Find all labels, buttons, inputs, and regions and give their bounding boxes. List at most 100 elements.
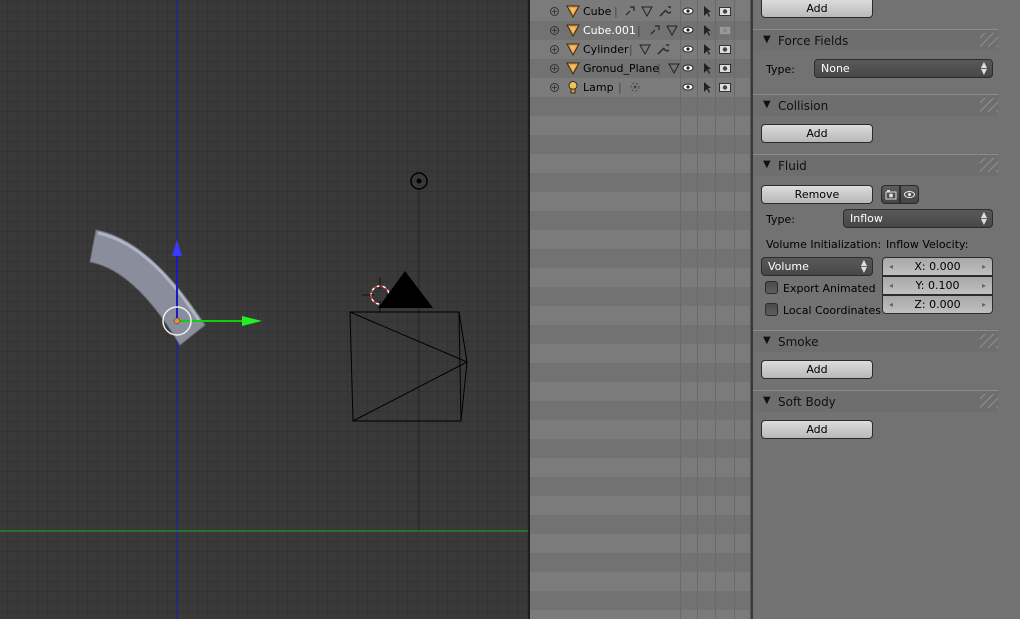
viewport-scene <box>0 0 528 619</box>
modifier-wrench-icon[interactable] <box>655 42 671 56</box>
mesh-triangle-icon <box>566 61 580 76</box>
visibility-eye-icon[interactable] <box>681 80 695 94</box>
expand-toggle-icon[interactable]: + <box>550 26 559 35</box>
camera-icon <box>885 190 897 200</box>
modifier-wrench-icon[interactable] <box>657 4 673 18</box>
drag-grip-icon[interactable] <box>980 334 998 348</box>
row-separator: | <box>629 43 633 56</box>
mesh-data-icon[interactable] <box>667 61 681 75</box>
velocity-x-field[interactable]: ◂ X: 0.000 ▸ <box>882 257 993 276</box>
panel-header-soft-body[interactable]: ▼ Soft Body <box>753 390 998 412</box>
eye-icon <box>904 191 915 198</box>
render-camera-icon[interactable] <box>718 23 732 37</box>
visibility-eye-icon[interactable] <box>681 23 695 37</box>
outliner-object-name[interactable]: Cylinder <box>583 43 629 56</box>
visibility-eye-icon[interactable] <box>681 42 695 56</box>
decrement-arrow-icon[interactable]: ◂ <box>889 258 893 275</box>
export-animated-label: Export Animated <box>783 282 876 295</box>
outliner-object-name[interactable]: Cube.001 <box>583 24 636 37</box>
soft-body-add-button[interactable]: Add <box>761 420 873 439</box>
decrement-arrow-icon[interactable]: ◂ <box>889 277 893 294</box>
row-separator: | <box>618 81 622 94</box>
outliner-row[interactable]: + Cube.001 | <box>530 21 750 40</box>
outliner-row[interactable]: + Cylinder | <box>530 40 750 59</box>
expand-toggle-icon[interactable]: + <box>550 7 559 16</box>
dropdown-arrows-icon: ▲ ▼ <box>980 60 987 76</box>
3d-viewport[interactable] <box>0 0 528 619</box>
add-button-top[interactable]: Add <box>761 0 873 18</box>
lamp-data-icon[interactable] <box>628 80 642 94</box>
mesh-data-icon[interactable] <box>665 23 679 37</box>
render-toggle-button[interactable] <box>881 185 900 204</box>
collapse-triangle-icon[interactable]: ▼ <box>763 99 771 110</box>
velocity-y-value: Y: 0.100 <box>915 279 960 292</box>
increment-arrow-icon[interactable]: ▸ <box>982 296 986 313</box>
properties-editor[interactable]: Add ▼ Force Fields Type: None ▲ ▼ ▼ Colli… <box>753 0 1020 619</box>
velocity-y-field[interactable]: ◂ Y: 0.100 ▸ <box>882 276 993 295</box>
row-separator: | <box>614 5 618 18</box>
volume-init-dropdown[interactable]: Volume ▲ ▼ <box>761 257 873 276</box>
render-camera-icon[interactable] <box>718 61 732 75</box>
local-coordinates-checkbox[interactable] <box>765 303 778 316</box>
fluid-type-label: Type: <box>766 213 795 226</box>
decrement-arrow-icon[interactable]: ◂ <box>889 296 893 313</box>
velocity-z-field[interactable]: ◂ Z: 0.000 ▸ <box>882 295 993 314</box>
outliner-object-name[interactable]: Gronud_Plane <box>583 62 659 75</box>
panel-header-collision[interactable]: ▼ Collision <box>753 94 998 116</box>
increment-arrow-icon[interactable]: ▸ <box>982 258 986 275</box>
select-arrow-icon[interactable] <box>700 61 714 75</box>
render-camera-icon[interactable] <box>718 42 732 56</box>
drag-grip-icon[interactable] <box>980 394 998 408</box>
expand-toggle-icon[interactable]: + <box>550 83 559 92</box>
outliner-object-name[interactable]: Lamp <box>583 81 614 94</box>
volume-init-value: Volume <box>768 260 809 273</box>
collapse-triangle-icon[interactable]: ▼ <box>763 395 771 406</box>
mesh-data-icon[interactable] <box>640 4 654 18</box>
collapse-triangle-icon[interactable]: ▼ <box>763 159 771 170</box>
cylinder-object[interactable] <box>89 229 206 346</box>
select-arrow-icon[interactable] <box>700 4 714 18</box>
outliner-row[interactable]: + Gronud_Plane | <box>530 59 750 78</box>
mesh-data-icon[interactable] <box>638 42 652 56</box>
panel-title: Force Fields <box>778 34 849 48</box>
panel-header-fluid[interactable]: ▼ Fluid <box>753 154 998 176</box>
mesh-triangle-icon <box>566 23 580 38</box>
fluid-remove-button[interactable]: Remove <box>761 185 873 204</box>
select-arrow-icon[interactable] <box>700 80 714 94</box>
drag-grip-icon[interactable] <box>980 33 998 47</box>
lamp-icon[interactable] <box>410 172 428 190</box>
viewport-toggle-button[interactable] <box>900 185 919 204</box>
outliner[interactable]: + Cube | + Cube.001 | + Cylinder | + Gronud_Plane |… <box>530 0 750 619</box>
expand-toggle-icon[interactable]: + <box>550 45 559 54</box>
visibility-eye-icon[interactable] <box>681 4 695 18</box>
render-camera-icon[interactable] <box>718 80 732 94</box>
panel-title: Smoke <box>778 335 819 349</box>
force-type-dropdown[interactable]: None ▲ ▼ <box>814 59 993 78</box>
collapse-triangle-icon[interactable]: ▼ <box>763 335 771 346</box>
increment-arrow-icon[interactable]: ▸ <box>982 277 986 294</box>
panel-header-force-fields[interactable]: ▼ Force Fields <box>753 29 998 51</box>
visibility-eye-icon[interactable] <box>681 61 695 75</box>
outliner-object-name[interactable]: Cube <box>583 5 611 18</box>
fluid-type-dropdown[interactable]: Inflow ▲ ▼ <box>843 209 993 228</box>
collision-add-button[interactable]: Add <box>761 124 873 143</box>
constraint-link-icon[interactable] <box>648 23 662 37</box>
constraint-link-icon[interactable] <box>623 4 637 18</box>
drag-grip-icon[interactable] <box>980 98 998 112</box>
render-camera-icon[interactable] <box>718 4 732 18</box>
force-type-value: None <box>821 62 850 75</box>
export-animated-checkbox[interactable] <box>765 281 778 294</box>
collapse-triangle-icon[interactable]: ▼ <box>763 34 771 45</box>
outliner-row[interactable]: + Lamp | <box>530 78 750 97</box>
panel-header-smoke[interactable]: ▼ Smoke <box>753 330 998 352</box>
wireframe-cube[interactable] <box>349 311 468 422</box>
expand-toggle-icon[interactable]: + <box>550 64 559 73</box>
smoke-add-button[interactable]: Add <box>761 360 873 379</box>
drag-grip-icon[interactable] <box>980 158 998 172</box>
outliner-row[interactable]: + Cube | <box>530 2 750 21</box>
select-arrow-icon[interactable] <box>700 42 714 56</box>
mesh-triangle-icon <box>566 42 580 57</box>
panel-title: Collision <box>778 99 829 113</box>
transform-gizmo[interactable] <box>162 240 262 336</box>
select-arrow-icon[interactable] <box>700 23 714 37</box>
